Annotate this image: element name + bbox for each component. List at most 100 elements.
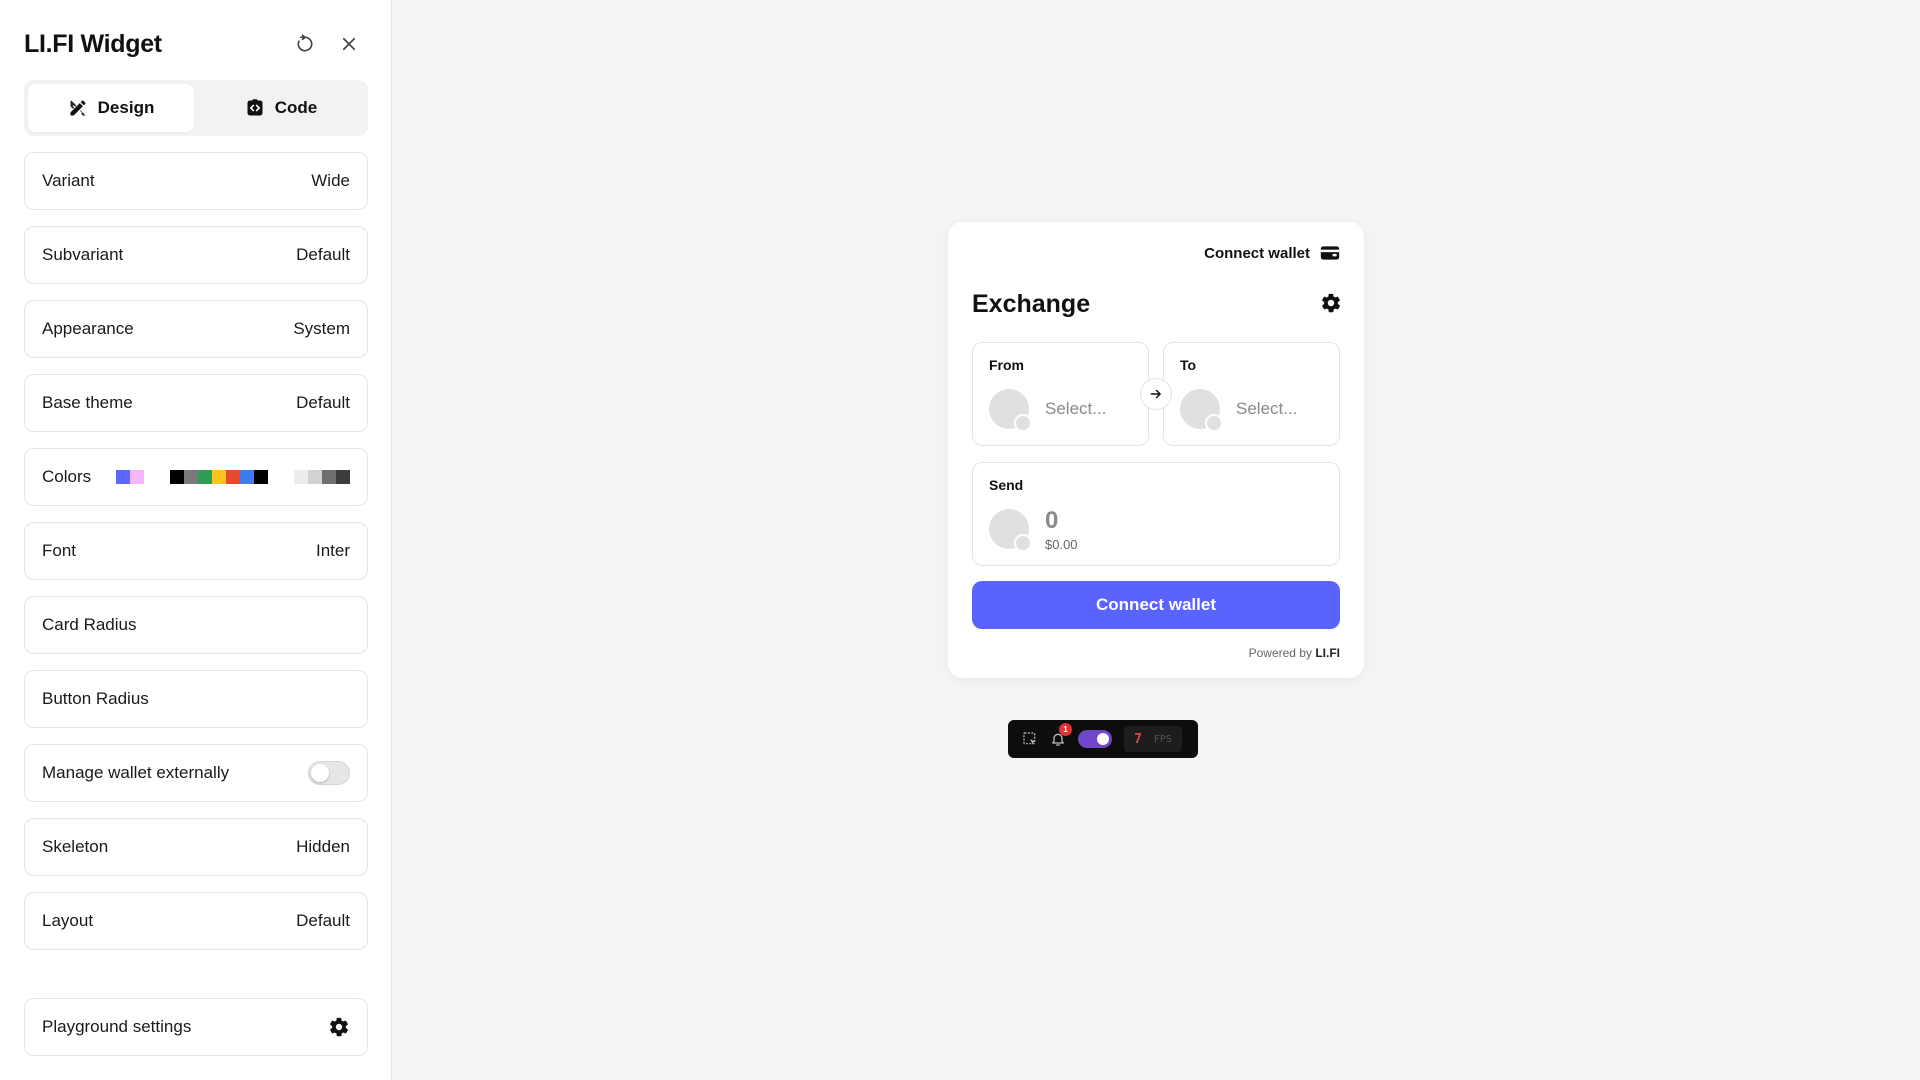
swatch-group	[170, 470, 268, 484]
base-theme-value: Default	[296, 393, 350, 412]
color-swatch	[240, 470, 254, 484]
from-select-placeholder: Select...	[1045, 399, 1107, 418]
close-button[interactable]	[336, 31, 362, 57]
skeleton-value: Hidden	[296, 837, 350, 856]
subvariant-label: Subvariant	[42, 245, 124, 264]
swap-direction-button[interactable]	[1140, 378, 1172, 410]
base-theme-option[interactable]: Base theme Default	[24, 374, 368, 432]
send-chain-avatar	[1014, 534, 1032, 552]
appearance-label: Appearance	[42, 319, 134, 338]
sidebar: LI.FI Widget Design Code Variant Wide Su…	[0, 0, 392, 1080]
skeleton-option[interactable]: Skeleton Hidden	[24, 818, 368, 876]
variant-option[interactable]: Variant Wide	[24, 152, 368, 210]
skeleton-label: Skeleton	[42, 837, 109, 856]
fps-meter: 7 FPS	[1124, 726, 1182, 752]
notifications-button[interactable]: 1	[1044, 723, 1072, 753]
dev-toggle[interactable]	[1078, 730, 1112, 748]
colors-option[interactable]: Colors	[24, 448, 368, 506]
color-swatch	[294, 470, 308, 484]
tab-code-label: Code	[274, 98, 318, 117]
send-usd-value: $0.00	[1045, 537, 1078, 552]
code-icon	[247, 99, 263, 116]
reset-icon	[297, 34, 313, 52]
color-swatches	[116, 470, 350, 484]
mode-tabs: Design Code	[24, 80, 368, 136]
exchange-widget: Connect wallet Exchange From Select... T…	[948, 222, 1364, 678]
button-radius-option[interactable]: Button Radius	[24, 670, 368, 728]
base-theme-label: Base theme	[42, 393, 133, 412]
wallet-icon	[1320, 246, 1340, 260]
powered-by-brand[interactable]: LI.FI	[1315, 646, 1340, 660]
color-swatch	[116, 470, 130, 484]
tab-code[interactable]: Code	[198, 84, 364, 132]
from-label: From	[989, 357, 1024, 373]
powered-by: Powered by LI.FI	[1249, 646, 1340, 660]
manage-wallet-option: Manage wallet externally	[24, 744, 368, 802]
layout-label: Layout	[42, 911, 94, 930]
connect-wallet-button[interactable]: Connect wallet	[972, 581, 1340, 629]
sidebar-header: LI.FI Widget	[24, 26, 368, 62]
to-select-placeholder: Select...	[1236, 399, 1298, 418]
notification-count-badge: 1	[1059, 723, 1072, 736]
inspect-button[interactable]	[1016, 725, 1044, 753]
to-token-selector[interactable]: To Select...	[1163, 342, 1340, 446]
widget-title: Exchange	[972, 290, 1091, 318]
send-label: Send	[989, 477, 1024, 493]
subvariant-value: Default	[296, 245, 350, 264]
appearance-value: System	[293, 319, 350, 338]
color-swatch	[336, 470, 350, 484]
gear-icon	[1322, 293, 1340, 313]
powered-by-prefix: Powered by	[1248, 646, 1312, 660]
color-swatch	[130, 470, 144, 484]
fps-value: 7	[1134, 731, 1142, 747]
to-label: To	[1180, 357, 1197, 373]
toggle-knob	[311, 764, 329, 782]
connect-wallet-header-button[interactable]: Connect wallet	[1204, 244, 1340, 262]
to-chain-avatar	[1205, 414, 1223, 432]
color-swatch	[170, 470, 184, 484]
manage-wallet-toggle[interactable]	[308, 761, 350, 785]
color-swatch	[198, 470, 212, 484]
manage-wallet-label: Manage wallet externally	[42, 763, 230, 782]
card-radius-label: Card Radius	[42, 615, 137, 634]
pencil-ruler-icon	[70, 100, 86, 116]
from-token-selector[interactable]: From Select...	[972, 342, 1149, 446]
send-amount-input[interactable]: 0	[1045, 507, 1058, 535]
close-icon	[342, 37, 356, 51]
send-amount-box[interactable]: Send 0 $0.00	[972, 462, 1340, 566]
playground-settings-label: Playground settings	[42, 1017, 192, 1036]
tab-design[interactable]: Design	[28, 84, 194, 132]
card-radius-option[interactable]: Card Radius	[24, 596, 368, 654]
color-swatch	[212, 470, 226, 484]
font-value: Inter	[315, 541, 350, 560]
colors-label: Colors	[42, 467, 92, 486]
font-label: Font	[42, 541, 77, 560]
button-radius-label: Button Radius	[42, 689, 149, 708]
variant-label: Variant	[42, 171, 95, 190]
fps-label: FPS	[1153, 733, 1172, 745]
from-chain-avatar	[1014, 414, 1032, 432]
color-swatch	[308, 470, 322, 484]
from-token-avatar	[989, 389, 1032, 432]
layout-value: Default	[296, 911, 350, 930]
reset-button[interactable]	[292, 31, 318, 57]
playground-settings-option[interactable]: Playground settings	[24, 998, 368, 1056]
tab-design-label: Design	[97, 98, 155, 117]
subvariant-option[interactable]: Subvariant Default	[24, 226, 368, 284]
send-token-avatar	[989, 509, 1032, 552]
appearance-option[interactable]: Appearance System	[24, 300, 368, 358]
color-swatch	[226, 470, 240, 484]
font-option[interactable]: Font Inter	[24, 522, 368, 580]
layout-option[interactable]: Layout Default	[24, 892, 368, 950]
dev-toggle-knob	[1097, 733, 1109, 745]
connect-wallet-header-label: Connect wallet	[1204, 244, 1310, 262]
color-swatch	[184, 470, 198, 484]
swatch-group	[116, 470, 144, 484]
variant-value: Wide	[311, 171, 350, 190]
widget-settings-button[interactable]	[1320, 292, 1342, 319]
arrow-right-icon	[1150, 389, 1161, 399]
color-swatch	[254, 470, 268, 484]
dev-toolbar: 1 7 FPS	[1008, 720, 1198, 758]
inspect-icon	[1023, 732, 1036, 745]
to-token-avatar	[1180, 389, 1223, 432]
